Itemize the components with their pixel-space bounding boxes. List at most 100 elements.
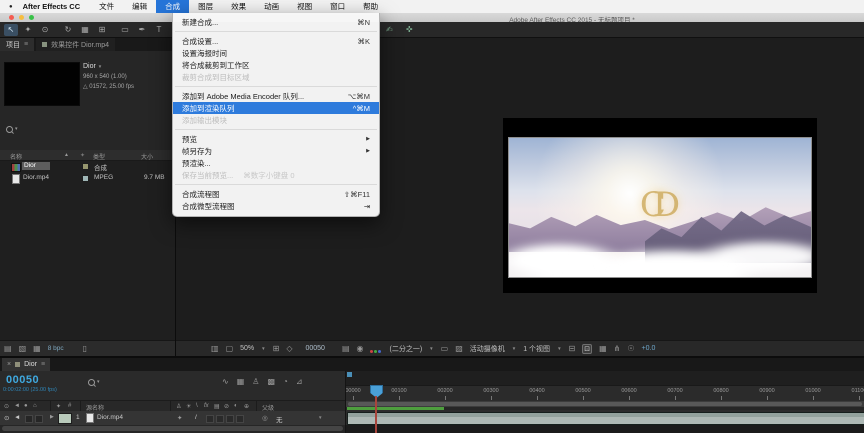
menu-effect[interactable]: 效果 — [222, 0, 255, 13]
navigator-handle[interactable] — [347, 372, 352, 377]
zoom-tool-icon[interactable]: ⊙ — [38, 24, 52, 36]
close-icon[interactable]: × — [7, 361, 11, 368]
selection-tool-icon[interactable]: ↖ — [4, 24, 18, 36]
chevron-down-icon[interactable]: ▼ — [557, 346, 561, 351]
audio-icon[interactable]: ◄ — [14, 414, 20, 421]
switch-box[interactable] — [216, 415, 224, 423]
resolution-select[interactable]: (二分之一) — [389, 344, 422, 354]
switch-box[interactable] — [206, 415, 214, 423]
composition-viewer[interactable]: CD — [503, 118, 817, 293]
shape-tool-icon[interactable]: ▭ — [118, 24, 132, 36]
new-composition-icon[interactable]: ▦ — [33, 345, 41, 353]
type-tool-icon[interactable]: T — [152, 24, 166, 36]
new-folder-icon[interactable]: ▧ — [19, 345, 27, 353]
quality-icon[interactable]: ✦ — [177, 414, 182, 422]
menu-item-new-composition[interactable]: 新建合成... ⌘N — [173, 16, 379, 28]
hide-shy-icon[interactable]: ♙ — [252, 377, 259, 386]
search-caret-icon[interactable]: ▾ — [97, 379, 100, 385]
trash-icon[interactable]: ▯ — [83, 345, 87, 353]
magnification-icon[interactable]: ▥ — [211, 345, 219, 353]
timeline-horizontal-scrollbar[interactable] — [0, 425, 345, 433]
eye-icon[interactable]: ⊙ — [4, 414, 9, 422]
interpret-footage-icon[interactable]: ▤ — [4, 345, 12, 353]
menu-item-add-to-render-queue[interactable]: 添加到渲染队列 ^⌘M — [173, 102, 379, 114]
layer-row-dior-mp4[interactable]: ⊙ ◄ ▶ 1 Dior.mp4 ✦ / ◎ 无 ▼ — [0, 411, 345, 425]
pick-whip-icon[interactable]: ◎ — [262, 414, 268, 422]
panel-menu-icon[interactable]: ≡ — [24, 41, 28, 48]
menu-composition[interactable]: 合成 — [156, 0, 189, 13]
tab-effect-controls[interactable]: 效果控件 Dior.mp4 — [36, 38, 115, 51]
layer-color-swatch[interactable] — [58, 413, 72, 424]
column-name[interactable]: 名称 — [10, 152, 22, 161]
tab-menu-icon[interactable]: ≡ — [41, 361, 45, 368]
zoom-level-select[interactable]: 50% — [240, 345, 254, 352]
lock-checkbox[interactable] — [35, 415, 43, 423]
pan-behind-tool-icon[interactable]: ⊞ — [95, 24, 109, 36]
roto-brush-tool-icon[interactable]: ✍ — [386, 25, 393, 34]
column-size[interactable]: 大小 — [141, 152, 153, 161]
pen-tool-icon[interactable]: ✒ — [135, 24, 149, 36]
app-name-menu[interactable]: After Effects CC — [23, 2, 81, 11]
show-channel-icon[interactable] — [370, 340, 382, 358]
sort-arrow-icon[interactable]: ▲ — [64, 152, 69, 158]
chevron-down-icon[interactable]: ▼ — [261, 346, 265, 351]
bit-depth-button[interactable]: 8 bpc — [48, 345, 64, 352]
adjustment-switch-icon[interactable]: ◐ — [234, 403, 238, 409]
label-column-icon[interactable]: ✦ — [56, 403, 61, 410]
zoom-window-button[interactable] — [29, 15, 34, 20]
quality-switch-icon[interactable]: \ — [196, 403, 198, 409]
hand-tool-icon[interactable]: ✦ — [21, 24, 35, 36]
project-row-dior[interactable]: Dior 合成 — [0, 161, 176, 172]
menu-layer[interactable]: 图层 — [189, 0, 222, 13]
timeline-camera-icon[interactable]: ▦ — [599, 345, 607, 353]
snapshot-icon[interactable]: ▤ — [342, 345, 350, 353]
pixel-aspect-icon[interactable]: ⊟ — [569, 345, 576, 353]
layer-name[interactable]: Dior.mp4 — [97, 414, 123, 421]
exposure-value[interactable]: +0.0 — [642, 345, 656, 352]
comp-timecode[interactable]: 00050 — [305, 345, 324, 352]
chevron-down-icon[interactable]: ▼ — [429, 346, 433, 351]
comp-flowchart-icon[interactable]: ⋔ — [614, 345, 621, 353]
draft-3d-icon[interactable]: ▦ — [237, 377, 245, 386]
quality-slash-icon[interactable]: / — [195, 414, 197, 421]
graph-editor-icon[interactable]: ⊿ — [296, 377, 303, 386]
label-column-icon[interactable]: ✦ — [80, 152, 85, 159]
close-window-button[interactable] — [9, 15, 14, 20]
timeline-search-icon[interactable] — [88, 379, 95, 386]
camera-tool-icon[interactable]: ▦ — [78, 24, 92, 36]
label-color-swatch[interactable] — [82, 163, 89, 170]
preview-comp-name[interactable]: Dior ▼ — [83, 63, 102, 70]
transparency-grid-icon[interactable]: ▨ — [455, 345, 463, 353]
menu-item-pre-render[interactable]: 预渲染... — [173, 157, 379, 169]
active-camera-select[interactable]: 活动摄像机 — [470, 344, 505, 354]
parent-select[interactable]: 无 — [276, 414, 283, 424]
menu-item-composition-mini-flowchart[interactable]: 合成微型流程图 ⇥ — [173, 200, 379, 212]
fx-switch-icon[interactable]: fx — [204, 403, 209, 409]
menu-item-composition-flowchart[interactable]: 合成流程图 ⇧⌘F11 — [173, 188, 379, 200]
switch-box[interactable] — [236, 415, 244, 423]
menu-edit[interactable]: 编辑 — [123, 0, 156, 13]
audio-icon[interactable]: ◄ — [14, 403, 20, 409]
mask-visibility-icon[interactable]: ◇ — [286, 345, 292, 353]
column-type[interactable]: 类型 — [93, 152, 105, 161]
motion-blur-switch-icon[interactable]: ⊘ — [224, 403, 229, 410]
3d-switch-icon[interactable]: ⊕ — [244, 403, 249, 410]
index-column[interactable]: # — [68, 403, 71, 409]
search-icon[interactable] — [6, 126, 13, 133]
timeline-navigator[interactable] — [346, 371, 864, 385]
screen-mode-icon[interactable]: ▢ — [226, 345, 234, 353]
menu-item-set-poster-time[interactable]: 设置海报时间 — [173, 47, 379, 59]
view-layout-select[interactable]: 1 个视图 — [523, 344, 550, 354]
menu-item-trim-comp-to-work-area[interactable]: 将合成裁剪到工作区 — [173, 59, 379, 71]
menu-item-composition-settings[interactable]: 合成设置... ⌘K — [173, 35, 379, 47]
rotation-tool-icon[interactable]: ↻ — [61, 24, 75, 36]
fast-previews-icon[interactable]: ⊡ — [582, 344, 592, 354]
menu-help[interactable]: 帮助 — [354, 0, 387, 13]
collapse-switch-icon[interactable]: ☀ — [186, 403, 191, 410]
tab-project[interactable]: 项目 ≡ — [0, 38, 34, 51]
puppet-pin-tool-icon[interactable]: ✜ — [406, 25, 413, 34]
menu-item-add-to-media-encoder-queue[interactable]: 添加到 Adobe Media Encoder 队列... ⌥⌘M — [173, 90, 379, 102]
solo-checkbox[interactable] — [25, 415, 33, 423]
motion-blur-icon[interactable]: ◔ — [283, 377, 288, 386]
playhead-line[interactable] — [375, 396, 377, 433]
